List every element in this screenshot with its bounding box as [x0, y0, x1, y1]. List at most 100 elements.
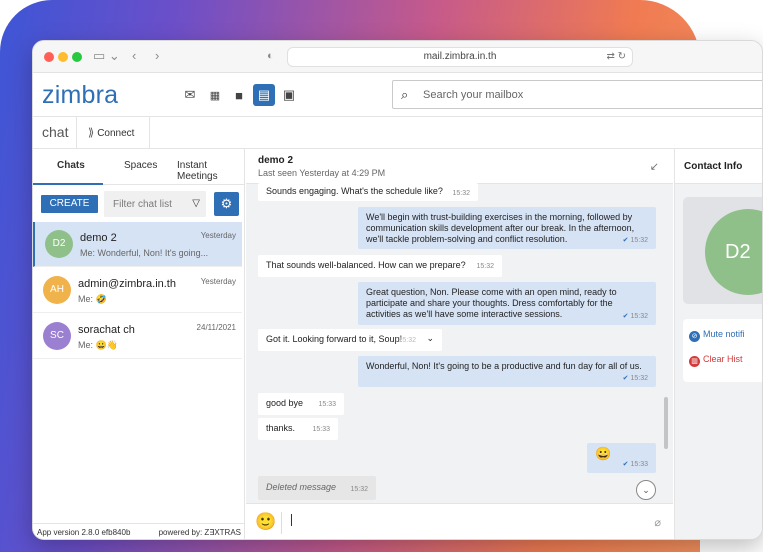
tab-spaces[interactable]: Spaces: [124, 160, 157, 171]
read-receipt-icon: ✔: [622, 375, 629, 382]
contact-info-panel: Contact Info D2 ⊘ Mute notifi ▥ Clear Hist: [674, 149, 762, 539]
emoji-icon[interactable]: 🙂: [255, 512, 276, 532]
maximize-window-button[interactable]: [72, 52, 82, 62]
message-bubble[interactable]: thanks. 15:33: [258, 418, 338, 440]
browser-window: ▭ ⌄ ‹ › ◐ mail.zimbra.in.th ⇄ ↻ zimbra ✉…: [32, 40, 763, 540]
mail-icon[interactable]: ✉: [180, 85, 200, 105]
message-bubble[interactable]: Sounds engaging. What's the schedule lik…: [258, 183, 478, 201]
message-text: thanks.: [266, 423, 296, 433]
divider: [281, 512, 282, 534]
gear-icon: ⚙: [220, 196, 233, 211]
message-text: good bye: [266, 398, 304, 408]
mute-notifications-button[interactable]: ⊘ Mute notifi: [689, 329, 745, 342]
sidebar-toggle-icon[interactable]: ▭ ⌄: [93, 48, 120, 64]
close-window-button[interactable]: [44, 52, 54, 62]
tab-chats[interactable]: Chats: [57, 160, 85, 171]
translate-reload-icon[interactable]: ⇄ ↻: [606, 48, 626, 66]
message-time: 15:32: [630, 375, 648, 382]
read-receipt-icon: ✔: [622, 313, 629, 320]
chat-list-item[interactable]: AH admin@zimbra.in.th Me: 🤣 Yesterday: [33, 268, 242, 313]
browser-toolbar: ▭ ⌄ ‹ › ◐ mail.zimbra.in.th ⇄ ↻: [33, 41, 762, 73]
search-input[interactable]: ⌕ Search your mailbox: [392, 80, 762, 109]
attachment-icon[interactable]: ⌀: [654, 516, 661, 529]
message-text: Deleted message: [266, 482, 337, 492]
chat-list-item[interactable]: SC sorachat ch Me: 😀👋 24/11/2021: [33, 314, 242, 359]
contacts-icon[interactable]: ▣: [279, 85, 299, 105]
last-seen: Last seen Yesterday at 4:29 PM: [258, 168, 386, 178]
url-text: mail.zimbra.in.th: [423, 51, 497, 62]
briefcase-icon[interactable]: ■: [229, 85, 249, 105]
chat-time: 24/11/2021: [196, 323, 236, 332]
chat-name: admin@zimbra.in.th: [78, 278, 176, 290]
privacy-shield-icon[interactable]: ◐: [267, 50, 274, 62]
zimbra-logo[interactable]: zimbra: [42, 81, 118, 110]
avatar: AH: [43, 276, 71, 304]
chat-sidebar: Chats Spaces Instant Meetings CREATE Fil…: [33, 149, 245, 539]
mute-label: Mute notifi: [703, 329, 745, 339]
forward-icon[interactable]: ›: [155, 48, 159, 63]
search-icon: ⌕: [401, 87, 409, 102]
message-bubble[interactable]: Great question, Non. Please come with an…: [358, 282, 656, 325]
message-bubble[interactable]: Got it. Looking forward to it, Soup! 15:…: [258, 329, 442, 351]
message-menu-chevron-icon[interactable]: ⌄: [426, 333, 434, 344]
message-time: 15:32: [476, 263, 494, 270]
scroll-to-bottom-button[interactable]: ⌄: [636, 480, 656, 500]
divider: [149, 117, 150, 149]
chat-preview: Me: Wonderful, Non! It's going...: [80, 248, 209, 258]
address-bar[interactable]: mail.zimbra.in.th ⇄ ↻: [287, 47, 633, 67]
message-bubble[interactable]: 😀 ✔ 15:33: [587, 443, 656, 473]
chat-preview: Me: 🤣: [78, 294, 107, 304]
minimize-window-button[interactable]: [58, 52, 68, 62]
message-bubble[interactable]: We'll begin with trust-building exercise…: [358, 207, 656, 249]
chat-icon[interactable]: ▤: [253, 84, 275, 106]
read-receipt-icon: ✔: [622, 237, 629, 244]
scrollbar[interactable]: [664, 397, 668, 449]
message-time: 15:33: [630, 461, 648, 468]
chat-time: Yesterday: [200, 231, 236, 240]
chat-list-item[interactable]: D2 demo 2 Me: Wonderful, Non! It's going…: [33, 222, 242, 267]
active-tab-indicator: [33, 183, 103, 185]
conversation-header: demo 2 Last seen Yesterday at 4:29 PM ↙: [246, 149, 673, 184]
create-button[interactable]: CREATE: [41, 195, 98, 213]
app-version: App version 2.8.0 efb840b: [37, 528, 131, 537]
clear-history-button[interactable]: ▥ Clear Hist: [689, 354, 743, 367]
tab-instant-meetings[interactable]: Instant Meetings: [177, 160, 244, 182]
trash-icon: ▥: [689, 356, 700, 367]
collapse-icon[interactable]: ↙: [650, 160, 659, 173]
mute-icon: ⊘: [689, 331, 700, 342]
connect-button[interactable]: ⟫ Connect: [88, 126, 134, 139]
message-bubble[interactable]: good bye 15:33: [258, 393, 344, 415]
clear-label: Clear Hist: [703, 354, 743, 364]
message-time: 15:33: [318, 401, 336, 408]
chat-preview: Me: 😀👋: [78, 340, 118, 350]
connect-icon: ⟫: [88, 127, 98, 139]
message-composer[interactable]: 🙂 ⌀: [246, 503, 673, 539]
app-header: zimbra ✉ ▦ ■ ▤ ▣ ⌕ Search your mailbox: [33, 73, 762, 117]
module-title: chat: [42, 124, 69, 140]
message-time: 15:32: [630, 313, 648, 320]
read-receipt-icon: ✔: [622, 461, 629, 468]
avatar: SC: [43, 322, 71, 350]
chat-time: Yesterday: [200, 277, 236, 286]
settings-gear-button[interactable]: ⚙: [214, 192, 239, 216]
back-icon[interactable]: ‹: [132, 48, 136, 63]
deleted-message: Deleted message 15:32: [258, 476, 376, 500]
filter-placeholder: Filter chat list: [113, 199, 172, 210]
message-time: 15:33: [312, 426, 330, 433]
divider: [76, 117, 77, 149]
contact-info-title: Contact Info: [684, 161, 743, 172]
message-text: That sounds well-balanced. How can we pr…: [266, 260, 466, 270]
message-time: 15:32: [350, 486, 368, 493]
conversation-panel: demo 2 Last seen Yesterday at 4:29 PM ↙ …: [246, 149, 673, 539]
message-text: Wonderful, Non! It's going to be a produ…: [366, 361, 642, 371]
chat-name: demo 2: [80, 232, 117, 244]
connect-label: Connect: [97, 128, 135, 139]
filter-icon[interactable]: ▽: [192, 198, 200, 209]
message-bubble[interactable]: That sounds well-balanced. How can we pr…: [258, 255, 502, 277]
powered-by: powered by: Z∃XTRAS: [158, 528, 241, 537]
message-bubble[interactable]: Wonderful, Non! It's going to be a produ…: [358, 356, 656, 387]
filter-chat-input[interactable]: Filter chat list ▽: [104, 191, 206, 217]
chat-name: sorachat ch: [78, 324, 135, 336]
calendar-icon[interactable]: ▦: [205, 85, 225, 105]
message-text: 😀: [595, 446, 612, 461]
